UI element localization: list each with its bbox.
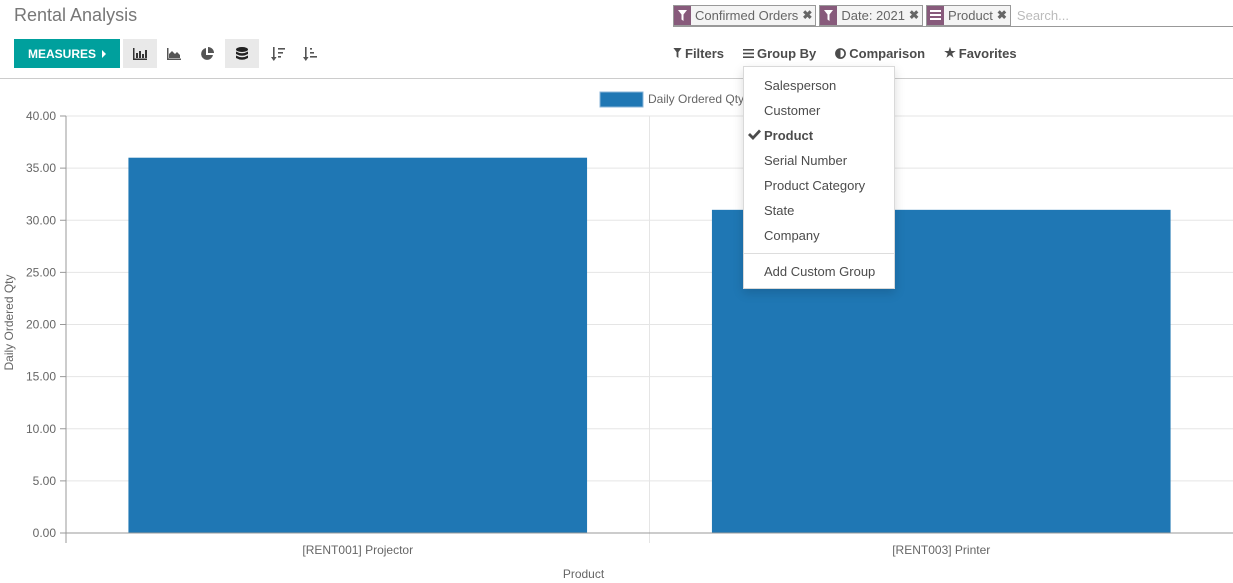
pie-chart-button[interactable] <box>190 39 224 68</box>
measures-button[interactable]: MEASURES <box>14 39 120 68</box>
item-label: Product Category <box>764 178 866 193</box>
x-tick-label: [RENT003] Printer <box>892 543 990 557</box>
y-axis-title: Daily Ordered Qty <box>2 274 16 370</box>
x-axis-title: Product <box>563 567 605 581</box>
search-options: Filters Group By Comparison ★ Favorites <box>673 45 1017 61</box>
item-label: Customer <box>764 103 821 118</box>
facet-value: Confirmed Orders <box>695 7 799 23</box>
favorites-toggle[interactable]: ★ Favorites <box>944 45 1016 61</box>
item-label: Add Custom Group <box>764 264 876 279</box>
group-by-item-salesperson[interactable]: Salesperson <box>744 73 894 98</box>
control-panel: Rental Analysis MEASURES Confirmed Order… <box>0 0 1233 79</box>
facet-value: Product <box>948 7 993 23</box>
facet-date[interactable]: Date: 2021 ✖ <box>819 4 924 26</box>
facet-value: Date: 2021 <box>841 7 905 23</box>
filter-icon <box>673 48 682 58</box>
star-icon: ★ <box>944 45 956 60</box>
remove-icon[interactable]: ✖ <box>909 6 922 25</box>
item-label: State <box>764 203 795 218</box>
search-input[interactable] <box>1013 4 1233 26</box>
search-bar: Confirmed Orders ✖ Date: 2021 ✖ Product … <box>673 4 1233 27</box>
y-tick-label: 10.00 <box>26 422 56 436</box>
legend-label: Daily Ordered Qty <box>648 92 744 106</box>
item-label: Company <box>764 228 820 243</box>
group-by-item-serial-number[interactable]: Serial Number <box>744 148 894 173</box>
check-icon <box>748 129 761 140</box>
y-tick-label: 30.00 <box>26 213 56 227</box>
facet-confirmed-orders[interactable]: Confirmed Orders ✖ <box>673 4 817 26</box>
y-tick-label: 15.00 <box>26 370 56 384</box>
page-title: Rental Analysis <box>14 5 138 25</box>
remove-icon[interactable]: ✖ <box>802 6 815 25</box>
group-by-item-company[interactable]: Company <box>744 223 894 248</box>
group-by-item-product[interactable]: Product <box>744 123 894 148</box>
y-tick-label: 40.00 <box>26 109 56 123</box>
line-chart-button[interactable] <box>157 39 191 68</box>
bar-chart: 0.00 5.00 10.00 15.00 20.00 25.00 30.00 35.00 40… <box>2 91 1233 581</box>
y-tick-label: 0.00 <box>33 526 57 540</box>
group-by-item-customer[interactable]: Customer <box>744 98 894 123</box>
legend-swatch <box>599 91 644 108</box>
divider <box>744 253 894 254</box>
pie-chart-icon <box>201 46 214 60</box>
sort-descending-button[interactable] <box>261 39 295 68</box>
bars-icon <box>743 48 755 58</box>
item-label: Serial Number <box>764 153 848 168</box>
filter-icon <box>674 5 691 25</box>
sort-ascending-button[interactable] <box>293 39 327 68</box>
group-by-toggle[interactable]: Group By <box>743 45 816 61</box>
item-label: Salesperson <box>764 78 837 93</box>
group-by-item-product-category[interactable]: Product Category <box>744 173 894 198</box>
caret-right-icon <box>102 49 106 58</box>
database-icon <box>236 46 248 60</box>
remove-icon[interactable]: ✖ <box>997 6 1010 25</box>
comparison-toggle[interactable]: Comparison <box>835 45 925 61</box>
bar-chart-icon <box>133 47 147 60</box>
item-label: Product <box>764 128 814 143</box>
adjust-icon <box>835 47 847 59</box>
group-by-label: Group By <box>757 45 817 61</box>
chart-area: 0.00 5.00 10.00 15.00 20.00 25.00 30.00 35.00 40… <box>0 80 1233 583</box>
group-by-item-state[interactable]: State <box>744 198 894 223</box>
sort-descending-icon <box>271 46 285 61</box>
stacked-button[interactable] <box>225 39 259 68</box>
filter-icon <box>820 5 838 25</box>
bar-chart-button[interactable] <box>123 39 157 68</box>
x-tick-label: [RENT001] Projector <box>302 543 413 557</box>
line-chart-icon <box>167 47 181 60</box>
y-tick-label: 5.00 <box>33 474 57 488</box>
y-tick-label: 35.00 <box>26 161 56 175</box>
filters-label: Filters <box>685 45 725 61</box>
group-by-dropdown: Salesperson Customer Product Serial Numb… <box>743 66 895 289</box>
facet-product[interactable]: Product ✖ <box>926 4 1011 26</box>
y-tick-label: 20.00 <box>26 318 56 332</box>
add-custom-group[interactable]: Add Custom Group <box>744 259 894 284</box>
favorites-label: Favorites <box>958 45 1017 61</box>
y-tick-label: 25.00 <box>26 265 56 279</box>
measures-label: MEASURES <box>27 46 96 61</box>
group-by-icon <box>927 5 945 25</box>
sort-ascending-icon <box>303 46 317 61</box>
comparison-label: Comparison <box>849 45 926 61</box>
filters-toggle[interactable]: Filters <box>673 45 724 61</box>
bar <box>128 157 588 533</box>
